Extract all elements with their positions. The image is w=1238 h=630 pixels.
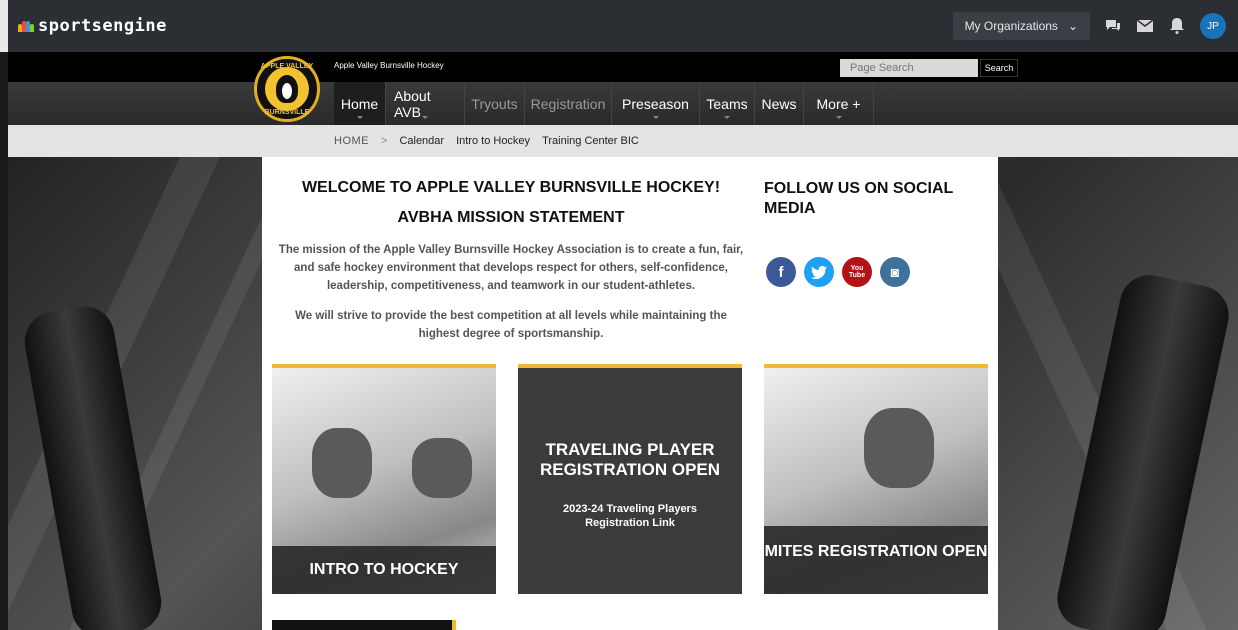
breadcrumb-home[interactable]: HOME — [334, 135, 369, 147]
nav-item-tryouts[interactable]: Tryouts — [465, 82, 525, 125]
nav-item-teams[interactable]: Teams — [700, 82, 755, 125]
bottom-card-partial — [272, 620, 456, 630]
my-organizations-dropdown[interactable]: My Organizations ⌄ — [952, 12, 1090, 40]
nav-item-registration[interactable]: Registration — [525, 82, 612, 125]
breadcrumb-link-intro[interactable]: Intro to Hockey — [456, 135, 530, 147]
breadcrumb-link-training[interactable]: Training Center BIC — [542, 135, 639, 147]
card-traveling-registration[interactable]: TRAVELING PLAYER REGISTRATION OPEN 2023-… — [518, 364, 742, 594]
social-links: f You Tube ◙ — [766, 257, 910, 287]
breadcrumb-separator: > — [381, 135, 388, 147]
nav-item-about[interactable]: About AVB — [386, 82, 465, 125]
card-intro-to-hockey[interactable]: INTRO TO HOCKEY — [272, 364, 496, 594]
mission-heading: AVBHA MISSION STATEMENT — [397, 209, 625, 226]
card-intro-caption: INTRO TO HOCKEY — [272, 546, 496, 594]
instagram-icon[interactable]: ◙ — [880, 257, 910, 287]
nav-item-more[interactable]: More + — [804, 82, 874, 125]
page-search-input[interactable] — [840, 59, 978, 77]
main-nav: Home About AVB Tryouts Registration Pres… — [8, 82, 1238, 125]
sportsengine-logo-text: sportsengine — [38, 16, 167, 36]
site-name[interactable]: Apple Valley Burnsville Hockey — [334, 61, 444, 70]
mission-text: The mission of the Apple Valley Burnsvil… — [278, 244, 744, 292]
breadcrumb-link-calendar[interactable]: Calendar — [399, 135, 444, 147]
badge-bottom-text: BURNSVILLE — [264, 109, 310, 116]
penguin-icon — [276, 75, 298, 103]
youtube-icon[interactable]: You Tube — [842, 257, 872, 287]
chevron-down-icon: ⌄ — [1067, 19, 1078, 33]
welcome-heading: WELCOME TO APPLE VALLEY BURNSVILLE HOCKE… — [301, 179, 721, 196]
nav-item-news[interactable]: News — [755, 82, 804, 125]
card-mites-registration[interactable]: MITES REGISTRATION OPEN — [764, 364, 988, 594]
nav-item-home[interactable]: Home — [334, 82, 386, 125]
peacock-icon — [18, 20, 34, 32]
search-button[interactable]: Search — [980, 59, 1018, 77]
club-logo[interactable]: APPLE VALLEY BURNSVILLE — [254, 56, 320, 122]
site-header: Apple Valley Burnsville Hockey Search — [8, 52, 1238, 82]
breadcrumb: HOME > Calendar Intro to Hockey Training… — [8, 125, 1238, 157]
main-content: WELCOME TO APPLE VALLEY BURNSVILLE HOCKE… — [262, 157, 998, 630]
facebook-icon[interactable]: f — [766, 257, 796, 287]
card-traveling-title: TRAVELING PLAYER REGISTRATION OPEN — [539, 440, 721, 479]
sportsengine-logo[interactable]: sportsengine — [18, 16, 167, 36]
twitter-icon[interactable] — [804, 257, 834, 287]
sportsengine-bar: sportsengine My Organizations ⌄ JP — [0, 0, 1238, 52]
nav-item-preseason[interactable]: Preseason — [612, 82, 700, 125]
mail-icon[interactable] — [1136, 17, 1154, 35]
card-traveling-link[interactable]: 2023-24 Traveling Players Registration L… — [518, 502, 742, 530]
bell-icon[interactable] — [1168, 17, 1186, 35]
chat-icon[interactable] — [1104, 17, 1122, 35]
badge-top-text: APPLE VALLEY — [260, 63, 314, 70]
card-mites-caption: MITES REGISTRATION OPEN — [764, 526, 988, 594]
my-organizations-label: My Organizations — [964, 19, 1058, 33]
mission-text-2: We will strive to provide the best compe… — [295, 310, 727, 340]
follow-heading: FOLLOW US ON SOCIAL MEDIA — [764, 180, 954, 217]
user-avatar[interactable]: JP — [1200, 13, 1226, 39]
